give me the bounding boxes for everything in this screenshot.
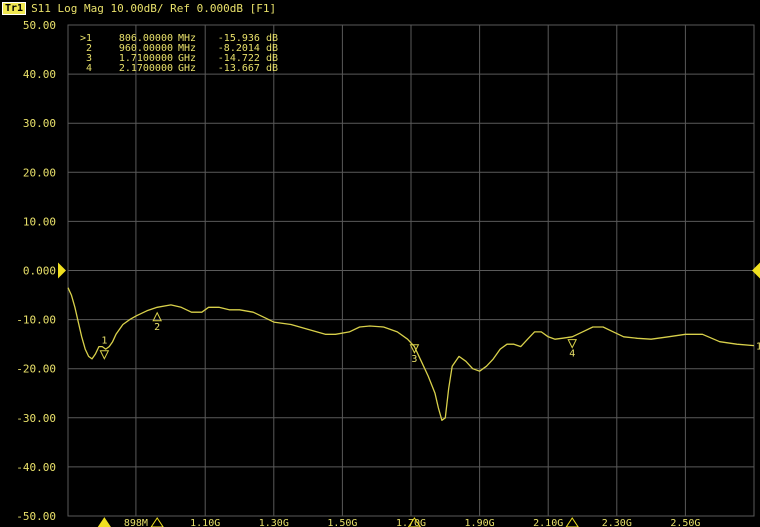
y-tick-label: 30.00 — [23, 117, 56, 130]
y-tick-label: -10.00 — [16, 314, 56, 327]
x-tick-label: 1.30G — [259, 518, 289, 527]
marker-1-label: 1 — [101, 336, 107, 347]
marker-row-prefix: 4 — [86, 63, 92, 74]
x-tick-label: 1.90G — [465, 518, 495, 527]
y-tick-label: -20.00 — [16, 363, 56, 376]
marker-2-label: 2 — [154, 322, 160, 333]
marker-4-label: 4 — [569, 349, 575, 360]
marker-row-freq: 2.1700000 — [119, 63, 173, 74]
marker-4-icon[interactable] — [567, 339, 578, 349]
y-tick-label: -50.00 — [16, 510, 56, 523]
marker-3-label: 3 — [411, 354, 417, 365]
marker-4-axis-arrow[interactable] — [565, 517, 579, 527]
marker-1-icon[interactable] — [99, 350, 110, 360]
ref-level-arrow-left — [58, 262, 66, 279]
grid — [67, 24, 755, 517]
x-tick-label: 1.50G — [327, 518, 357, 527]
x-axis-ticks: 898M 1.10G 1.30G 1.50G 1.70G 1.90G 2.10G 2.30G 2… — [124, 518, 701, 527]
x-tick-label: 2.10G — [533, 518, 563, 527]
marker-table: >1 806.00000 MHz -15.936 dB2 960.00000 MHz -8.… — [80, 33, 278, 74]
y-tick-label: 50.00 — [23, 19, 56, 32]
y-tick-label: -40.00 — [16, 461, 56, 474]
x-tick-label: 2.50G — [670, 518, 700, 527]
x-tick-label: 2.30G — [602, 518, 632, 527]
y-tick-label: 20.00 — [23, 166, 56, 179]
marker-row-unit: GHz — [178, 63, 196, 74]
trace-end-label: 1 — [756, 342, 760, 353]
y-tick-label: 40.00 — [23, 68, 56, 81]
marker-2-axis-arrow[interactable] — [150, 517, 164, 527]
x-tick-label: 898M — [124, 518, 148, 527]
y-tick-label: 0.000 — [23, 265, 56, 278]
x-tick-label: 1.10G — [190, 518, 220, 527]
chart-canvas: 50.00 40.00 30.00 20.00 10.00 0.000 -10.00 -20.… — [16, 19, 760, 527]
ref-level-arrow-right — [752, 262, 760, 279]
marker-1-axis-arrow[interactable] — [97, 517, 111, 527]
y-tick-label: 10.00 — [23, 215, 56, 228]
y-axis-ticks: 50.00 40.00 30.00 20.00 10.00 0.000 -10.00 -20.… — [16, 19, 56, 523]
marker-row-value: -13.667 dB — [218, 63, 278, 74]
y-tick-label: -30.00 — [16, 412, 56, 425]
